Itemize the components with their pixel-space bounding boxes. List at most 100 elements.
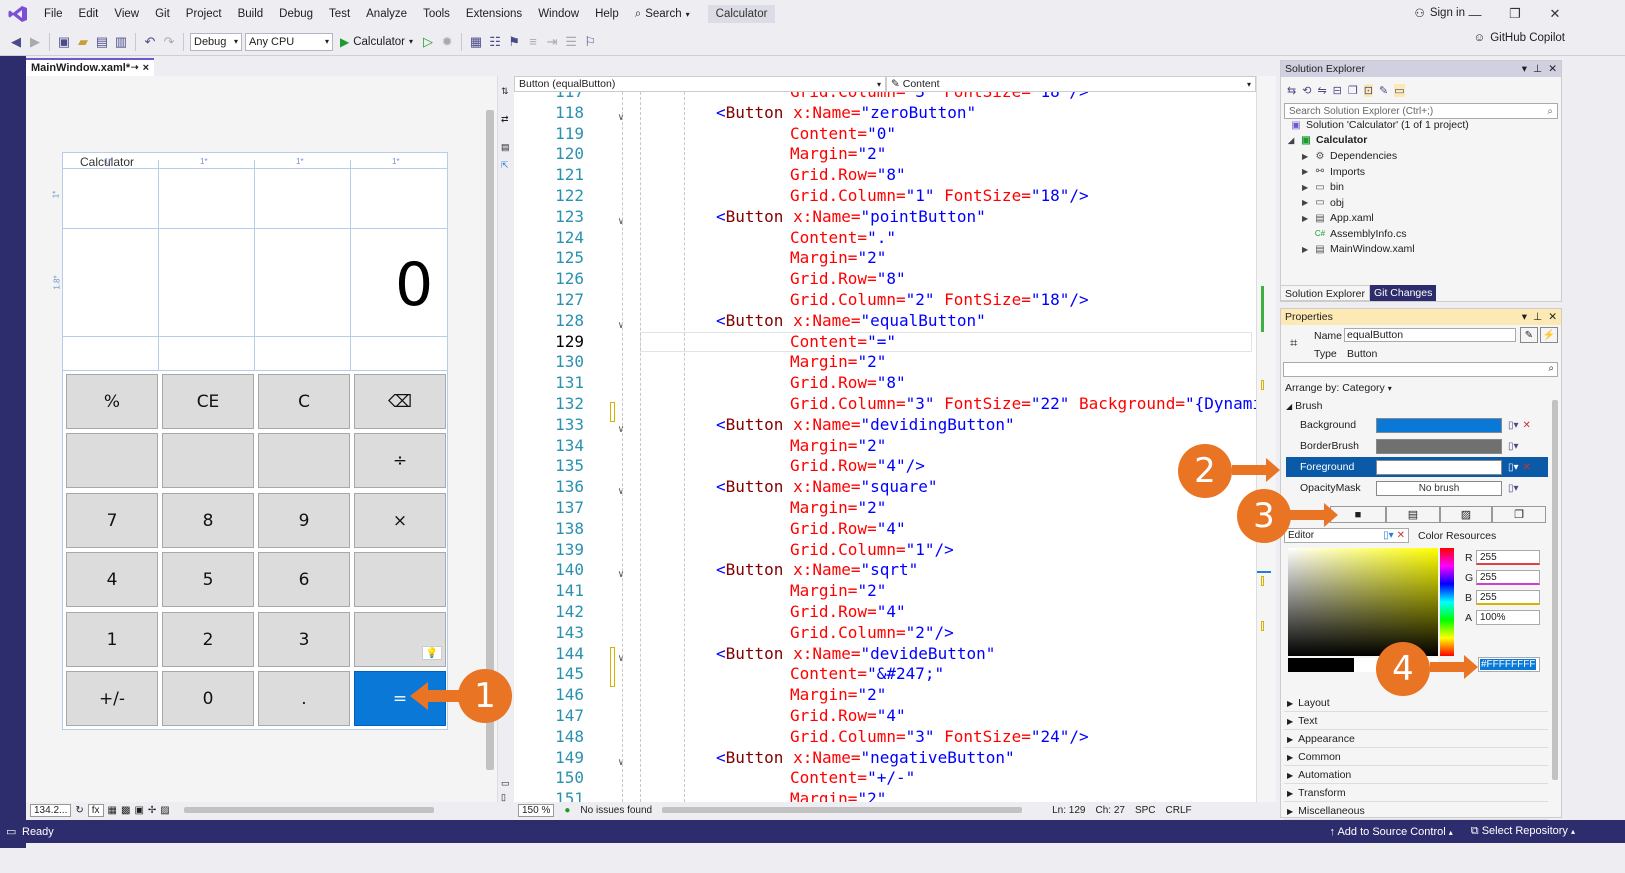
hex-color-input[interactable]: #FFFFFFFF [1478, 657, 1540, 672]
new-project-icon[interactable]: ▣ [56, 34, 72, 50]
element-name-input[interactable]: equalButton [1344, 328, 1516, 342]
tree-item-imports[interactable]: ▶ ⚯ Imports [1302, 166, 1365, 178]
code-line[interactable]: 135 Grid.Row="4"/> [514, 456, 1256, 477]
code-line[interactable]: 132 Grid.Column="3" FontSize="22" Backgro… [514, 394, 1256, 415]
line-indicator[interactable]: Ln: 129 [1052, 805, 1085, 816]
tab-solution-explorer[interactable]: Solution Explorer [1280, 285, 1370, 301]
property-scope-dropdown[interactable]: ✎ Content ▾ [886, 76, 1256, 92]
collapsed-chevron-icon[interactable]: ▶ [1302, 152, 1310, 161]
project-node[interactable]: ◢ ▣ Calculator [1288, 134, 1367, 146]
code-line[interactable]: 117 Grid.Column="3" FontSize="18"/> [514, 92, 1256, 103]
brush-row-background[interactable]: Background ▯▾ ✕ [1286, 415, 1548, 435]
properties-icon[interactable]: ✎ [1379, 84, 1388, 97]
solid-color-brush-tab[interactable]: ■ [1330, 506, 1386, 523]
code-line[interactable]: 139 Grid.Column="1"/> [514, 540, 1256, 561]
whitespace-indicator[interactable]: SPC [1135, 805, 1156, 816]
tree-item-dependencies[interactable]: ▶ ⚙ Dependencies [1302, 150, 1397, 162]
snap-lines-icon[interactable]: ✢ [148, 805, 156, 816]
category-common[interactable]: ▶ Common [1284, 749, 1548, 766]
select-repository-button[interactable]: ⧉ Select Repository ▴ [1471, 825, 1575, 838]
search-menu[interactable]: ⌕ Search ▾ [627, 8, 698, 21]
category-automation[interactable]: ▶ Automation [1284, 767, 1548, 784]
code-line[interactable]: 124 Content="." [514, 228, 1256, 249]
grid-icon[interactable]: ▦ [108, 805, 117, 816]
green-input[interactable]: 255 [1476, 570, 1540, 585]
close-icon[interactable]: ✕ [1548, 311, 1557, 323]
calculator-button[interactable]: 1 [66, 612, 158, 667]
split-horizontal-icon[interactable]: ⇄ [501, 114, 509, 125]
undo-icon[interactable]: ↶ [142, 34, 158, 50]
arrange-by-dropdown[interactable]: Arrange by: Category ▾ [1285, 382, 1392, 394]
pin-icon[interactable]: ⇢ [131, 62, 139, 74]
toggle-artboard-icon[interactable]: ▣ [134, 805, 143, 816]
solution-node[interactable]: ▣ Solution 'Calculator' (1 of 1 project) [1290, 119, 1469, 131]
document-tab-mainwindow[interactable]: MainWindow.xaml* ⇢ × [26, 58, 154, 76]
tree-item-mainwindow-xaml[interactable]: ▶ ▤ MainWindow.xaml [1302, 243, 1415, 255]
alpha-input[interactable]: 100% [1476, 610, 1540, 625]
switch-views-icon[interactable]: ⇆ [1287, 84, 1296, 97]
calculator-button[interactable]: 2 [162, 612, 254, 667]
tree-item-obj[interactable]: ▶ ▭ obj [1302, 197, 1344, 209]
hot-reload-icon[interactable]: ✹ [439, 34, 455, 50]
calculator-button[interactable]: 8 [162, 493, 254, 548]
brush-value[interactable]: No brush [1376, 480, 1502, 496]
issues-status[interactable]: No issues found [580, 805, 652, 816]
brush-swatch[interactable] [1376, 459, 1502, 475]
brush-category[interactable]: ◢ Brush [1286, 400, 1323, 412]
calculator-button[interactable] [162, 433, 254, 488]
snap-grid-icon[interactable]: ▩ [121, 805, 130, 816]
lightbulb-icon[interactable]: 💡 [422, 646, 442, 660]
brush-row-opacitymask[interactable]: OpacityMask No brush ▯▾ [1286, 478, 1548, 498]
collapsed-chevron-icon[interactable]: ▶ [1302, 245, 1310, 254]
code-line[interactable]: 141 Margin="2" [514, 581, 1256, 602]
menu-extensions[interactable]: Extensions [458, 0, 530, 28]
code-line[interactable]: 150 Content="+/-" [514, 768, 1256, 789]
code-line[interactable]: 118 ∨ <Button x:Name="zeroButton" [514, 103, 1256, 124]
calculator-button[interactable]: 6 [258, 552, 350, 607]
code-line[interactable]: 143 Grid.Column="2"/> [514, 623, 1256, 644]
effects-icon[interactable]: ▨ [160, 805, 169, 816]
menu-edit[interactable]: Edit [71, 0, 107, 28]
save-icon[interactable]: ▤ [94, 34, 110, 50]
menu-file[interactable]: File [36, 0, 71, 28]
bookmark-icon[interactable]: ⚑ [506, 34, 522, 50]
refresh-icon[interactable]: ↻ [75, 805, 83, 816]
code-line[interactable]: 137 Margin="2" [514, 498, 1256, 519]
category-layout[interactable]: ▶ Layout [1284, 695, 1548, 712]
calculator-button[interactable]: 5 [162, 552, 254, 607]
code-line[interactable]: 122 Grid.Column="1" FontSize="18"/> [514, 186, 1256, 207]
collapse-all-icon[interactable]: ⊟ [1333, 84, 1342, 97]
menu-window[interactable]: Window [530, 0, 587, 28]
clear-brush-icon[interactable]: ✕ [1523, 420, 1531, 431]
brush-row-borderbrush[interactable]: BorderBrush ▯▾ [1286, 436, 1548, 456]
grid-column-marker[interactable]: 1* [392, 157, 400, 166]
save-all-icon[interactable]: ▥ [113, 34, 129, 50]
collapsed-chevron-icon[interactable]: ▶ [1302, 167, 1310, 176]
code-line[interactable]: 121 Grid.Row="8" [514, 165, 1256, 186]
calculator-button[interactable]: C [258, 374, 350, 429]
resource-picker-icon[interactable]: ▯▾ [1508, 441, 1519, 452]
red-input[interactable]: 255 [1476, 550, 1540, 565]
brush-swatch[interactable] [1376, 438, 1502, 454]
tile-brush-tab[interactable]: ▨ [1440, 506, 1492, 523]
add-to-source-control-button[interactable]: ↑ Add to Source Control ▴ [1330, 826, 1453, 838]
code-line[interactable]: 133 ∨ <Button x:Name="devidingButton" [514, 415, 1256, 436]
code-line[interactable]: 126 Grid.Row="8" [514, 269, 1256, 290]
calculator-button[interactable]: ÷ [354, 433, 446, 488]
color-saturation-picker[interactable] [1288, 548, 1438, 656]
tab-git-changes[interactable]: Git Changes [1369, 285, 1437, 301]
open-folder-icon[interactable]: ▰ [75, 34, 91, 50]
blue-input[interactable]: 255 [1476, 590, 1540, 605]
code-line[interactable]: 127 Grid.Column="2" FontSize="18"/> [514, 290, 1256, 311]
collapsed-chevron-icon[interactable]: ▶ [1302, 183, 1310, 192]
menu-tools[interactable]: Tools [415, 0, 458, 28]
comment-icon[interactable]: ☰ [563, 34, 579, 50]
calculator-button[interactable]: 7 [66, 493, 158, 548]
calculator-button[interactable]: × [354, 493, 446, 548]
brush-swatch[interactable] [1376, 417, 1502, 433]
calculator-button[interactable]: 4 [66, 552, 158, 607]
pin-icon[interactable]: ⊥ [1533, 311, 1542, 323]
resource-picker-icon[interactable]: ▯▾ [1508, 420, 1519, 431]
designer-zoom-dropdown[interactable]: 134.2... [30, 803, 72, 817]
collapse-pane-icon[interactable]: ⇱ [501, 160, 509, 171]
